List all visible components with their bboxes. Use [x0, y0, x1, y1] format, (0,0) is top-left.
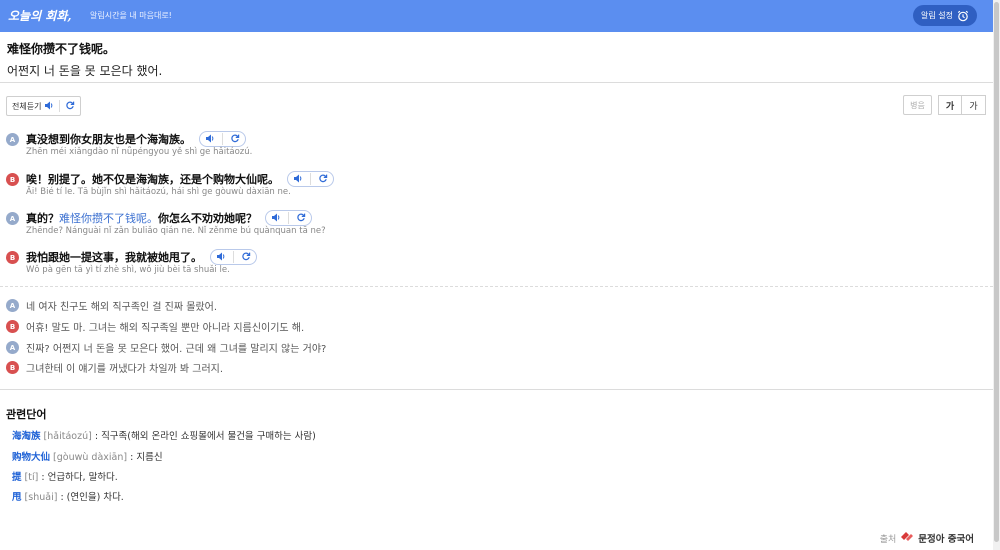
dialogue-chinese: 唉！别提了。她不仅是海淘族，还是个购物大仙呢。	[26, 171, 334, 187]
vocab-pinyin: [tí]	[24, 472, 39, 483]
alarm-clock-icon	[957, 10, 969, 22]
pinyin-toggle-button[interactable]: 병음	[903, 95, 932, 115]
dialogue-pinyin: Āi! Bié tí le. Tā bùjǐn shì hǎitáozú, há…	[26, 187, 291, 197]
translation-text: 네 여자 친구도 해외 직구족인 걸 진짜 몰랐어.	[26, 302, 218, 313]
font-large-button[interactable]: 가	[938, 95, 962, 115]
speaker-b-badge: B	[6, 173, 19, 186]
vocab-pinyin: [hǎitáozú]	[43, 431, 92, 442]
speaker-icon[interactable]	[216, 251, 226, 264]
speaker-icon[interactable]	[271, 212, 281, 225]
translation-text: 진짜? 어쩐지 너 돈을 못 모은다 했어. 근데 왜 그녀를 말리지 않는 거…	[26, 344, 327, 355]
divider	[0, 82, 993, 83]
dialogue-text: 你怎么不劝劝她呢？	[158, 212, 257, 225]
dialogue-text: 真没想到你女朋友也是个海淘族。	[26, 133, 191, 146]
audio-controls[interactable]	[210, 249, 257, 265]
speaker-icon	[44, 101, 54, 112]
vocab-word: 海淘族	[12, 431, 41, 442]
headline-korean: 어쩐지 너 돈을 못 모은다 했어.	[7, 64, 163, 78]
vocab-pinyin: [shuǎi]	[24, 492, 58, 503]
dialogue-chinese: 真没想到你女朋友也是个海淘族。	[26, 131, 246, 147]
speaker-b-badge: B	[6, 320, 19, 333]
tagline: 알림시간을 내 마음대로!	[90, 11, 172, 20]
font-small-button[interactable]: 가	[962, 95, 986, 115]
scrollbar-thumb[interactable]	[994, 2, 999, 542]
divider	[0, 389, 993, 390]
vocab-meaning: : 언급하다, 말하다.	[41, 472, 118, 483]
translation-text: 그녀한테 이 얘기를 꺼냈다가 차일까 봐 그러지.	[26, 364, 224, 375]
vocab-item: 购物大仙 [gòuwù dàxiān] : 지름신	[12, 449, 163, 463]
vocab-meaning: : 지름신	[130, 452, 163, 463]
highlighted-phrase: 难怪你攒不了钱呢。	[59, 212, 158, 225]
dialogue-text: 真的？	[26, 212, 59, 225]
vocab-item: 海淘族 [hǎitáozú] : 직구족(해외 온라인 쇼핑몰에서 물건을 구매…	[12, 428, 316, 442]
speaker-icon[interactable]	[293, 173, 303, 186]
dialogue-chinese: 真的？ 难怪你攒不了钱呢。 你怎么不劝劝她呢？	[26, 210, 312, 226]
dialogue-pinyin: Zhēn méi xiǎngdào nǐ nǚpéngyou yě shì ge…	[26, 147, 253, 157]
play-all-button[interactable]: 전체듣기	[6, 96, 82, 116]
speaker-a-badge: A	[6, 299, 19, 312]
dialogue-pinyin: Zhēnde? Nánguài nǐ zǎn buliǎo qián ne. N…	[26, 226, 326, 236]
scrollbar[interactable]	[993, 0, 1000, 550]
repeat-icon[interactable]	[318, 173, 328, 186]
repeat-icon[interactable]	[230, 133, 240, 146]
translation-text: 어휴! 말도 마. 그녀는 해외 직구족일 뿐만 아니라 지름신이기도 해.	[26, 323, 305, 334]
repeat-icon[interactable]	[296, 212, 306, 225]
repeat-icon[interactable]	[241, 251, 251, 264]
vocab-item: 甩 [shuǎi] : (연인을) 차다.	[12, 489, 124, 503]
vocab-word: 购物大仙	[12, 452, 51, 463]
headline: 难怪你攒不了钱呢。 어쩐지 너 돈을 못 모은다 했어.	[7, 40, 162, 79]
source-logo-icon	[900, 531, 914, 545]
dialogue-pinyin: Wǒ pà gēn tā yì tí zhè shì, wǒ jiù bèi t…	[26, 265, 230, 275]
speaker-icon[interactable]	[205, 133, 215, 146]
vocab-title: 관련단어	[6, 408, 47, 421]
alarm-settings-label: 알림 설정	[921, 11, 953, 20]
speaker-b-badge: B	[6, 361, 19, 374]
source-credit: 출처 문정아 중국어	[880, 531, 974, 545]
separator	[233, 251, 234, 263]
speaker-a-badge: A	[6, 341, 19, 354]
speaker-b-badge: B	[6, 251, 19, 264]
separator	[310, 173, 311, 185]
source-label: 출처	[879, 534, 897, 545]
separator	[222, 133, 223, 145]
brand-logo: 오늘의 회화,	[8, 9, 72, 23]
speaker-a-badge: A	[6, 212, 19, 225]
top-bar: 오늘의 회화, 알림시간을 내 마음대로! 알림 설정	[0, 0, 993, 32]
divider	[0, 286, 993, 287]
audio-controls[interactable]	[265, 210, 312, 226]
alarm-settings-button[interactable]: 알림 설정	[913, 5, 977, 26]
separator	[288, 212, 289, 224]
separator	[59, 100, 61, 112]
play-all-label: 전체듣기	[12, 101, 42, 111]
dialogue-text: 我怕跟她一提这事，我就被她甩了。	[26, 251, 202, 264]
dialogue-text: 唉！别提了。她不仅是海淘族，还是个购物大仙呢。	[26, 173, 279, 186]
dialogue-chinese: 我怕跟她一提这事，我就被她甩了。	[26, 249, 257, 265]
audio-controls[interactable]	[199, 131, 246, 147]
audio-controls[interactable]	[287, 171, 334, 187]
vocab-word: 甩	[12, 492, 22, 503]
repeat-icon[interactable]	[65, 100, 75, 112]
vocab-meaning: : (연인을) 차다.	[60, 492, 124, 503]
source-publisher-link[interactable]: 문정아 중국어	[918, 531, 974, 545]
vocab-pinyin: [gòuwù dàxiān]	[53, 452, 128, 463]
vocab-meaning: : 직구족(해외 온라인 쇼핑몰에서 물건을 구매하는 사람)	[94, 431, 316, 442]
vocab-item: 提 [tí] : 언급하다, 말하다.	[12, 469, 118, 483]
headline-chinese: 难怪你攒不了钱呢。	[7, 42, 116, 56]
speaker-a-badge: A	[6, 133, 19, 146]
font-size-group: 가 가	[938, 95, 986, 115]
vocab-word: 提	[12, 472, 22, 483]
